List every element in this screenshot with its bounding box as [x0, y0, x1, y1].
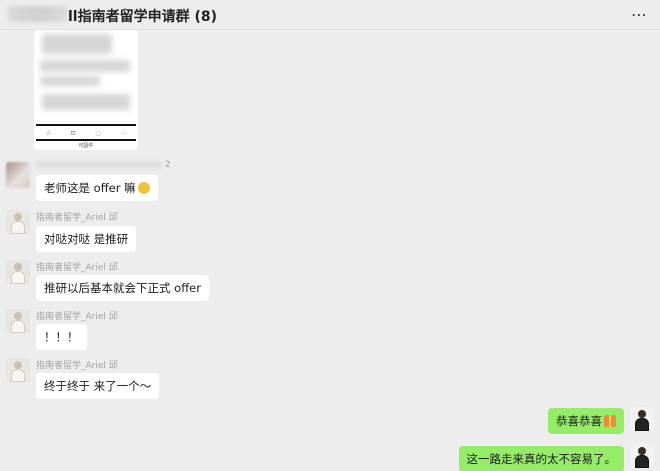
message-bubble[interactable]: 终于终于 来了一个～ [36, 373, 160, 399]
message-bubble[interactable]: 推研以后基本就会下正式 offer [36, 275, 209, 301]
search-icon: ◌ [95, 129, 101, 137]
gift-emoji-icon [604, 415, 616, 427]
message-bubble[interactable]: 老师这是 offer 嘛 [36, 175, 158, 201]
my-avatar[interactable] [630, 407, 654, 431]
trash-icon: ⊡ [70, 129, 76, 137]
sender-name: 指南者留学_Ariel 邱 [36, 263, 118, 273]
image-toolbar: ☆ ⊡ ◌ ⋯ [36, 124, 136, 140]
more-icon: ⋯ [120, 129, 127, 137]
my-avatar[interactable] [630, 444, 654, 468]
image-caption: 可副件 [78, 143, 94, 149]
grinning-emoji-icon [137, 182, 150, 194]
sender-name: 2 [36, 160, 171, 170]
redacted-group-prefix [8, 6, 68, 22]
shared-screenshot-image[interactable]: ☆ ⊡ ◌ ⋯ 可副件 [34, 30, 138, 150]
message-bubble[interactable]: 对哒对哒 是推研 [36, 226, 137, 252]
avatar[interactable] [6, 210, 30, 234]
more-options-icon[interactable]: ⋯ [631, 5, 648, 24]
avatar[interactable] [6, 358, 30, 382]
my-message-bubble[interactable]: 这一路走来真的太不容易了。 [458, 446, 624, 471]
avatar[interactable] [6, 162, 30, 188]
avatar[interactable] [6, 309, 30, 333]
chat-title[interactable]: ll指南者留学申请群 (8) [68, 6, 217, 26]
sender-name: 指南者留学_Ariel 邱 [36, 361, 118, 371]
sender-name: 指南者留学_Ariel 邱 [36, 312, 118, 322]
message-bubble[interactable]: ！！！ [36, 324, 87, 350]
my-message-bubble[interactable]: 恭喜恭喜 [548, 408, 624, 434]
avatar[interactable] [6, 260, 30, 284]
chat-header: ll指南者留学申请群 (8) ⋯ [0, 0, 660, 30]
sender-name: 指南者留学_Ariel 邱 [36, 213, 118, 223]
star-icon: ☆ [45, 129, 52, 137]
